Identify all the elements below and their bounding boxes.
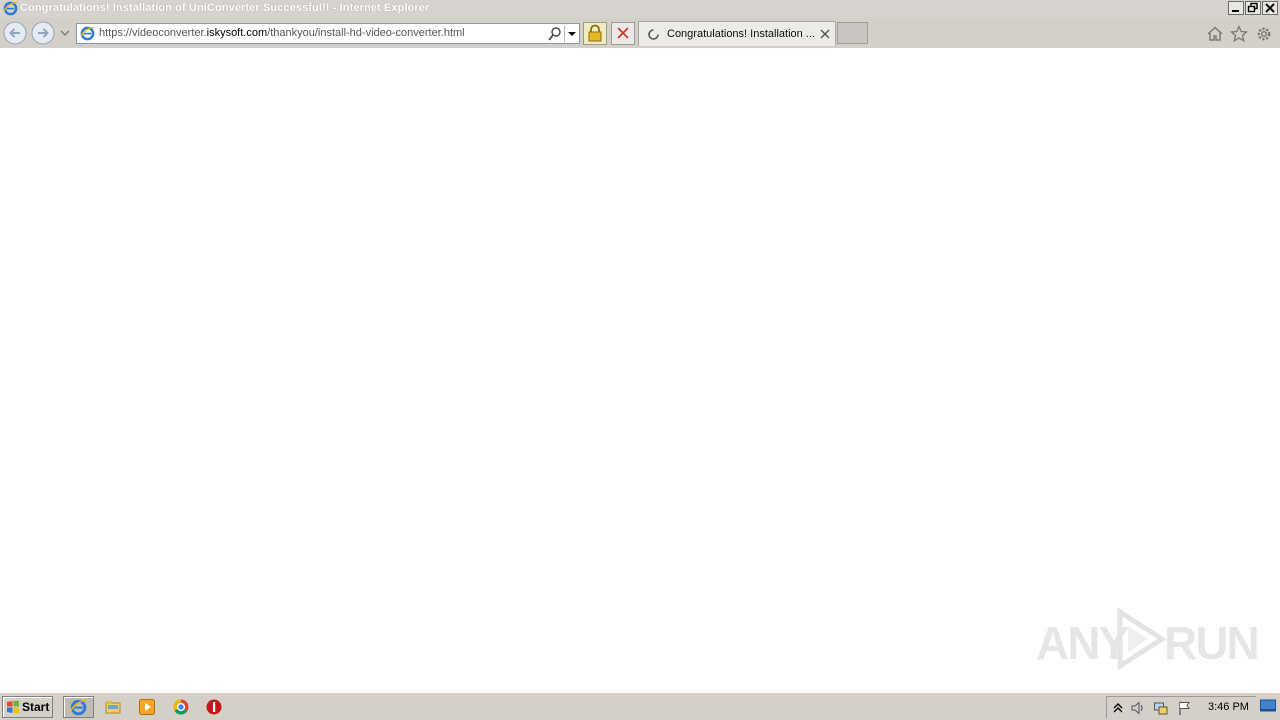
restore-button[interactable] [1245,1,1261,15]
lock-icon [588,24,602,42]
media-player-icon[interactable] [138,698,156,716]
window-title: Congratulations! Installation of UniConv… [20,2,430,14]
close-icon [1265,3,1275,13]
volume-icon[interactable] [1130,700,1146,716]
favorites-star-icon[interactable] [1230,25,1248,43]
address-bar[interactable]: https://videoconverter.iskysoft.com/than… [76,23,580,44]
show-hidden-icons-arrow[interactable] [1110,700,1126,716]
internet-explorer-icon [3,1,18,16]
stop-loading-button[interactable] [611,22,635,45]
start-label: Start [22,700,50,714]
stop-sign-icon[interactable] [205,698,223,716]
tab-active[interactable]: Congratulations! Installation ... [638,21,836,46]
taskbar-internet-explorer-button[interactable] [63,696,94,718]
show-desktop-icon[interactable] [1259,697,1277,715]
security-lock-button[interactable] [583,22,607,45]
url-text[interactable]: https://videoconverter.iskysoft.com/than… [99,27,465,39]
recent-pages-chevron-icon[interactable] [60,29,70,37]
minimize-button[interactable] [1228,1,1244,15]
tab-close-icon[interactable] [819,28,831,40]
minimize-icon [1232,10,1239,12]
browser-toolbar: https://videoconverter.iskysoft.com/than… [0,18,1280,48]
tab-title: Congratulations! Installation ... [667,28,815,40]
url-prefix: https://videoconverter. [99,27,207,39]
network-icon[interactable] [1153,700,1169,716]
loading-spinner-icon [648,29,659,40]
anyrun-watermark: ANY RUN [1036,606,1260,670]
action-center-flag-icon[interactable] [1177,700,1193,716]
page-content-blank [0,48,1280,692]
play-triangle-icon [1117,608,1167,670]
internet-explorer-page-icon [80,26,95,41]
url-path: /thankyou/install-hd-video-converter.htm… [267,27,465,39]
explorer-folder-icon[interactable] [104,698,122,716]
new-tab-button[interactable] [837,22,868,44]
back-arrow-icon [3,21,27,45]
stop-x-icon [617,27,629,39]
home-icon[interactable] [1206,25,1224,43]
start-button[interactable]: Start [2,696,53,718]
close-window-button[interactable] [1262,1,1278,15]
internet-explorer-icon [70,699,87,716]
dropdown-arrow-icon [568,32,576,36]
address-dropdown-button[interactable] [564,25,579,42]
tools-gear-icon[interactable] [1255,25,1273,43]
back-button[interactable] [3,21,27,45]
watermark-text-run: RUN [1164,617,1260,669]
taskbar: Start 3:46 PM [0,692,1280,720]
windows-flag-icon [7,700,19,714]
search-icon[interactable] [547,26,563,42]
window-title-bar: Congratulations! Installation of UniConv… [0,0,1280,18]
forward-button[interactable] [31,21,55,45]
forward-arrow-icon [31,21,55,45]
restore-icon [1247,2,1258,13]
chrome-icon[interactable] [172,698,190,716]
url-host: iskysoft.com [206,27,268,39]
clock[interactable]: 3:46 PM [1208,701,1249,713]
